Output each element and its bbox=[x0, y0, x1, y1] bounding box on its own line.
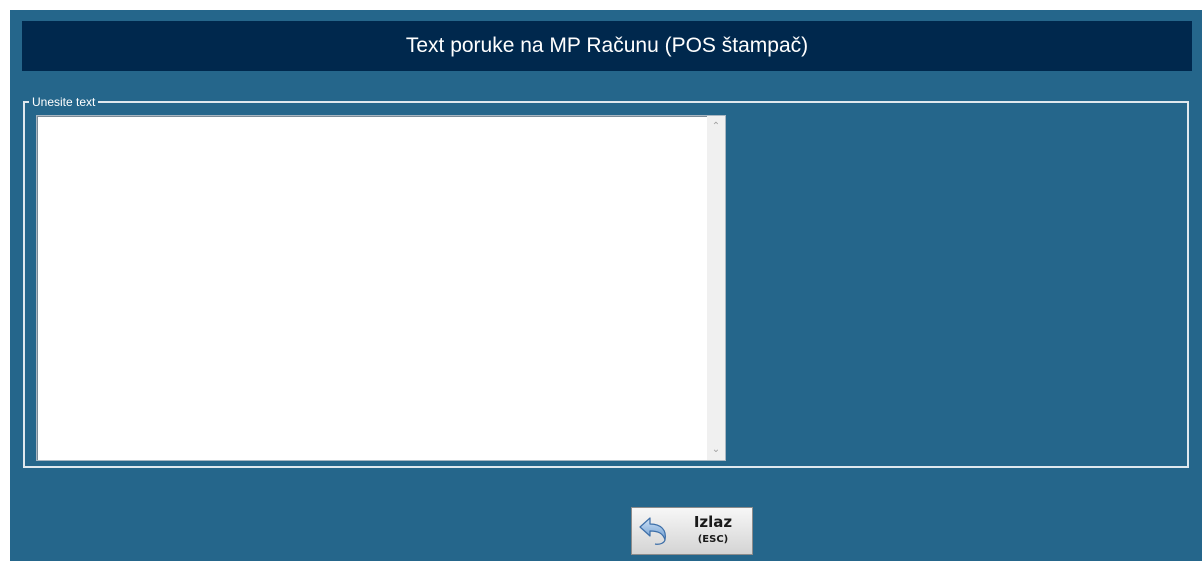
vertical-scrollbar[interactable]: ⌃ ⌄ bbox=[707, 116, 725, 460]
scroll-down-icon[interactable]: ⌄ bbox=[707, 441, 725, 458]
title-bar: Text poruke na MP Računu (POS štampač) bbox=[22, 21, 1192, 71]
undo-arrow-icon bbox=[639, 517, 666, 545]
message-group-box: Unesite text ⌃ ⌄ bbox=[23, 94, 1189, 468]
message-textarea-container: ⌃ ⌄ bbox=[36, 115, 726, 461]
message-textarea[interactable] bbox=[37, 116, 707, 460]
message-dialog: Text poruke na MP Računu (POS štampač) U… bbox=[10, 10, 1202, 561]
exit-button[interactable]: Izlaz (ESC) bbox=[631, 507, 753, 555]
scroll-up-icon[interactable]: ⌃ bbox=[707, 118, 725, 135]
exit-button-label: Izlaz bbox=[693, 513, 733, 531]
exit-shortcut-label: (ESC) bbox=[697, 534, 729, 545]
group-legend: Unesite text bbox=[29, 94, 99, 110]
exit-label: Izlaz (ESC) bbox=[678, 512, 748, 548]
page-title: Text poruke na MP Računu (POS štampač) bbox=[405, 34, 809, 57]
